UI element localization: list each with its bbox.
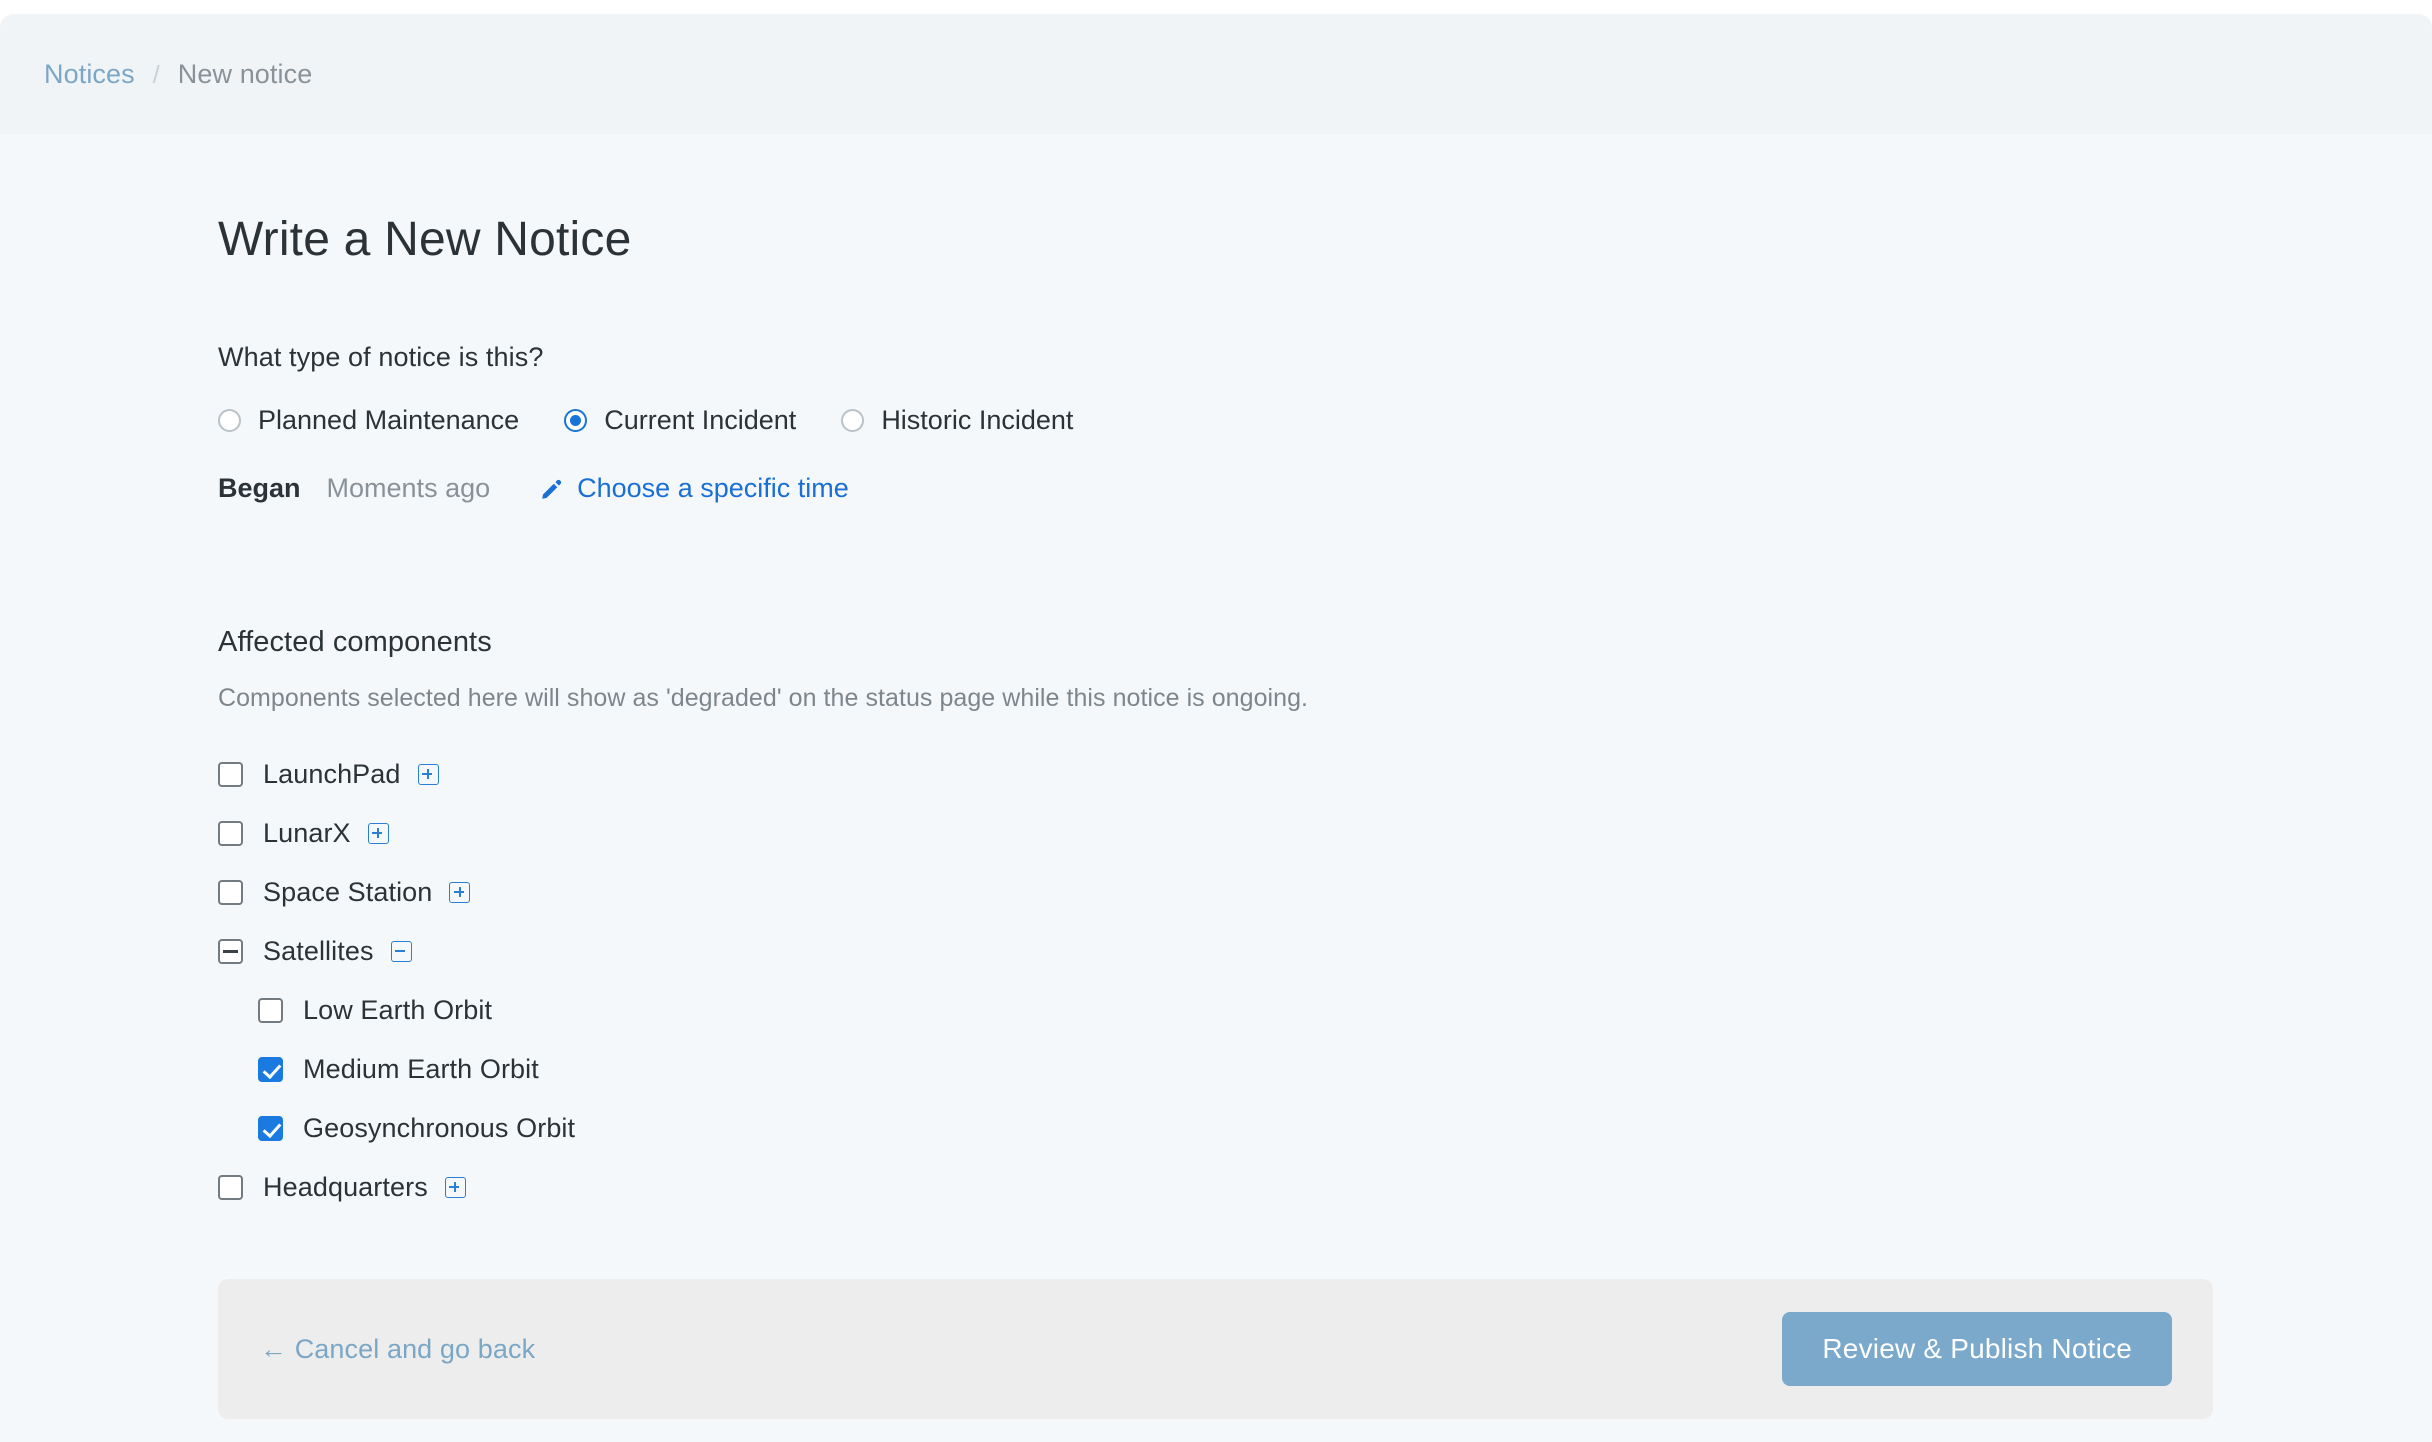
notice-type-radio-group: Planned Maintenance Current Incident His… <box>218 405 2432 436</box>
component-checkbox[interactable] <box>218 821 243 846</box>
component-label: Medium Earth Orbit <box>303 1054 539 1084</box>
review-and-publish-button[interactable]: Review & Publish Notice <box>1782 1312 2172 1386</box>
component-label: Headquarters <box>263 1172 428 1202</box>
breadcrumb-current: New notice <box>177 58 313 89</box>
component-checkbox[interactable] <box>218 880 243 905</box>
component-label: Low Earth Orbit <box>303 995 493 1025</box>
notice-type-label: What type of notice is this? <box>218 342 544 372</box>
radio-icon-historic-incident[interactable] <box>841 409 865 432</box>
began-value: Moments ago <box>326 473 491 503</box>
component-label: LaunchPad <box>263 759 401 789</box>
component-row[interactable]: Satellites <box>218 922 2432 981</box>
expand-icon[interactable] <box>367 823 389 844</box>
component-row[interactable]: LaunchPad <box>218 745 2432 804</box>
affected-components-title: Affected components <box>218 626 492 658</box>
radio-option-historic-incident[interactable]: Historic Incident <box>841 405 1073 436</box>
collapse-icon[interactable] <box>390 941 412 962</box>
component-row[interactable]: Low Earth Orbit <box>218 981 2432 1040</box>
breadcrumb-separator: / <box>152 60 160 89</box>
began-label: Began <box>218 473 301 503</box>
component-tree: LaunchPad LunarX Space Station Satellites Lo… <box>218 745 2432 1217</box>
form-footer: ← Cancel and go back Review & Publish No… <box>218 1279 2213 1419</box>
radio-option-current-incident[interactable]: Current Incident <box>564 405 796 436</box>
pencil-icon <box>540 477 564 501</box>
radio-label-historic-incident: Historic Incident <box>881 405 1074 435</box>
expand-icon[interactable] <box>449 882 471 903</box>
radio-icon-current-incident[interactable] <box>564 409 588 432</box>
cancel-and-go-back-link[interactable]: ← Cancel and go back <box>260 1334 535 1365</box>
page-title: Write a New Notice <box>218 213 632 266</box>
radio-label-planned-maintenance: Planned Maintenance <box>258 405 520 435</box>
component-label: Satellites <box>263 936 374 966</box>
choose-specific-time-label: Choose a specific time <box>577 473 849 503</box>
component-label: LunarX <box>263 818 351 848</box>
radio-label-current-incident: Current Incident <box>604 405 797 435</box>
began-row: Began Moments ago Choose a specific time <box>218 473 2432 504</box>
affected-components-description: Components selected here will show as 'd… <box>218 684 1309 712</box>
component-row[interactable]: Headquarters <box>218 1158 2432 1217</box>
radio-option-planned-maintenance[interactable]: Planned Maintenance <box>218 405 519 436</box>
component-row[interactable]: Space Station <box>218 863 2432 922</box>
radio-icon-planned-maintenance[interactable] <box>218 409 241 432</box>
breadcrumb: Notices / New notice <box>44 59 312 90</box>
choose-specific-time-link[interactable]: Choose a specific time <box>540 473 849 504</box>
expand-icon[interactable] <box>444 1177 466 1198</box>
component-checkbox[interactable] <box>218 939 243 964</box>
expand-icon[interactable] <box>417 764 439 785</box>
component-row[interactable]: Geosynchronous Orbit <box>218 1099 2432 1158</box>
breadcrumb-link-notices[interactable]: Notices <box>44 59 135 89</box>
component-row[interactable]: Medium Earth Orbit <box>218 1040 2432 1099</box>
component-label: Geosynchronous Orbit <box>303 1113 576 1143</box>
component-label: Space Station <box>263 877 433 907</box>
component-checkbox[interactable] <box>218 1175 243 1200</box>
component-checkbox[interactable] <box>258 1116 283 1141</box>
component-checkbox[interactable] <box>258 998 283 1023</box>
app-shell: Notices / New notice Write a New Notice Wh… <box>0 14 2432 1442</box>
component-checkbox[interactable] <box>258 1057 283 1082</box>
component-row[interactable]: LunarX <box>218 804 2432 863</box>
breadcrumb-bar: Notices / New notice <box>0 14 2432 134</box>
main-content: Write a New Notice What type of notice i… <box>0 212 2432 1419</box>
component-checkbox[interactable] <box>218 762 243 787</box>
